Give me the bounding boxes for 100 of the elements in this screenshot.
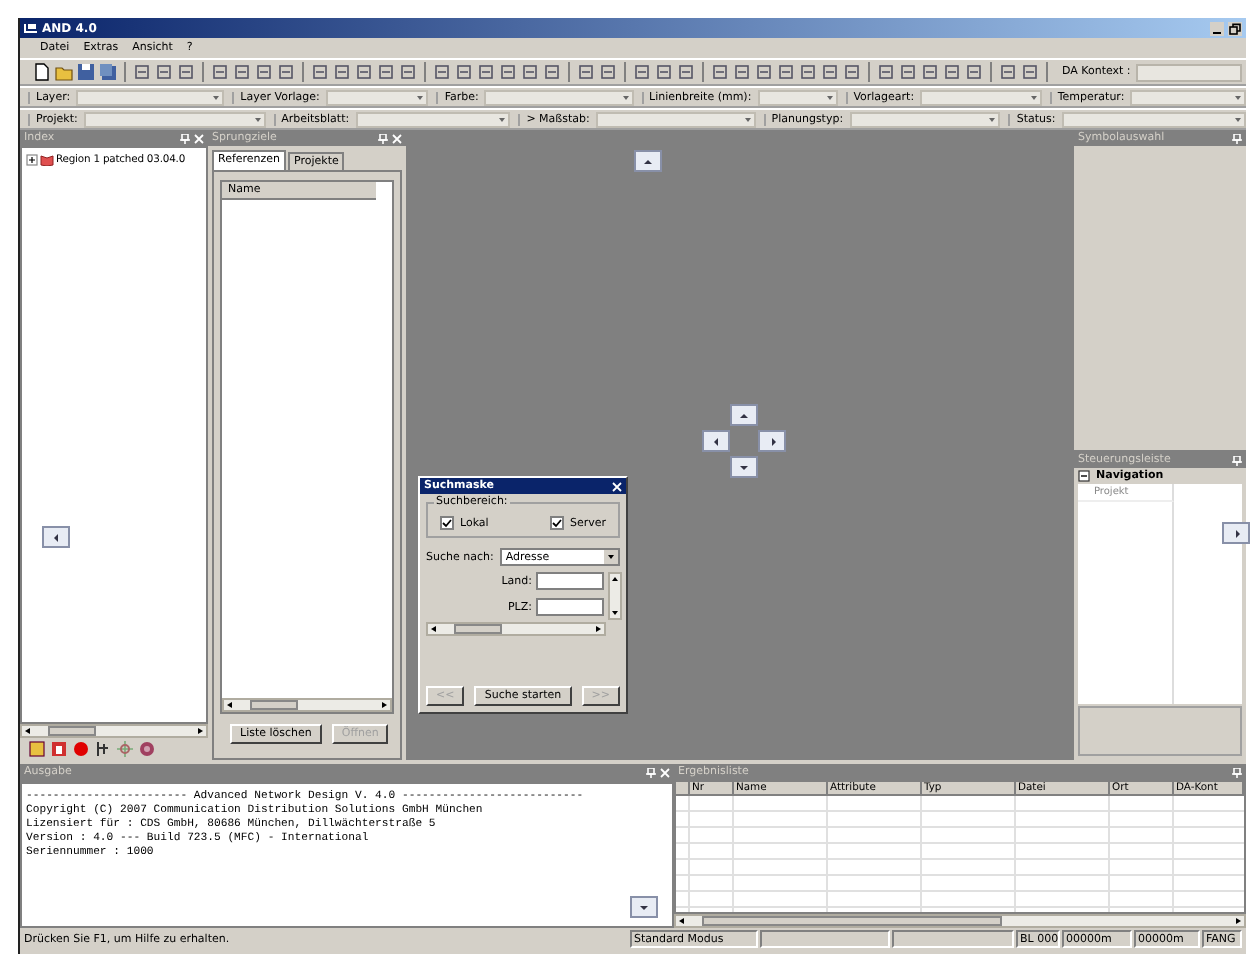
tool-icon[interactable] bbox=[598, 62, 618, 82]
caret-icon bbox=[741, 113, 754, 125]
tool-icon[interactable] bbox=[632, 62, 652, 82]
tool-icon[interactable] bbox=[454, 62, 474, 82]
save-icon[interactable] bbox=[76, 62, 96, 82]
tool-icon[interactable] bbox=[754, 62, 774, 82]
tool-icon[interactable] bbox=[232, 62, 252, 82]
tool-icon[interactable] bbox=[876, 62, 896, 82]
frame-icon[interactable] bbox=[50, 740, 68, 758]
tool-icon[interactable] bbox=[920, 62, 940, 82]
left-arrow-icon[interactable] bbox=[224, 700, 236, 710]
minimize-icon[interactable] bbox=[1210, 21, 1224, 35]
tool-icon[interactable] bbox=[398, 62, 418, 82]
tool-icon[interactable] bbox=[542, 62, 562, 82]
dropdown-field[interactable] bbox=[76, 89, 225, 105]
dropdown-field[interactable] bbox=[849, 111, 1001, 127]
left-arrow-icon[interactable] bbox=[676, 916, 688, 926]
expand-toggle-icon[interactable] bbox=[26, 154, 38, 166]
tool-icon[interactable] bbox=[1020, 62, 1040, 82]
status-cell bbox=[892, 930, 1014, 948]
right-arrow-icon[interactable] bbox=[378, 700, 390, 710]
status-cell bbox=[760, 930, 890, 948]
collapse-toggle-icon[interactable] bbox=[1078, 470, 1090, 482]
dropdown-field[interactable] bbox=[325, 89, 429, 105]
tool-icon[interactable] bbox=[576, 62, 596, 82]
dropdown-field[interactable] bbox=[1130, 89, 1247, 105]
dropdown-field[interactable] bbox=[595, 111, 756, 127]
left-arrow-icon[interactable] bbox=[428, 624, 440, 634]
save-all-icon[interactable] bbox=[98, 62, 118, 82]
tool-icon[interactable] bbox=[432, 62, 452, 82]
scroll-up-button[interactable] bbox=[730, 404, 758, 426]
scroll-down-button[interactable] bbox=[630, 896, 658, 918]
caret-icon bbox=[210, 91, 223, 103]
caret-icon bbox=[986, 113, 999, 125]
tool-icon[interactable] bbox=[210, 62, 230, 82]
caret-icon bbox=[496, 113, 509, 125]
scroll-down-button[interactable] bbox=[730, 456, 758, 478]
caret-icon bbox=[414, 91, 427, 103]
app-icon bbox=[24, 22, 38, 34]
scroll-left-button[interactable] bbox=[42, 526, 70, 548]
input-field[interactable] bbox=[536, 572, 604, 590]
new-document-icon[interactable] bbox=[32, 62, 52, 82]
input-field[interactable] bbox=[536, 598, 604, 616]
horizontal-scrollbar[interactable] bbox=[222, 698, 392, 712]
tool-icon[interactable] bbox=[354, 62, 374, 82]
restore-icon[interactable] bbox=[1228, 21, 1242, 35]
horizontal-scrollbar[interactable] bbox=[426, 622, 606, 636]
dropdown-field[interactable] bbox=[920, 89, 1042, 105]
tool-icon[interactable] bbox=[676, 62, 696, 82]
tool-icon[interactable] bbox=[776, 62, 796, 82]
up-arrow-icon bbox=[610, 574, 620, 584]
horizontal-scrollbar[interactable] bbox=[674, 914, 1246, 928]
caret-icon bbox=[604, 550, 618, 564]
tool-icon[interactable] bbox=[964, 62, 984, 82]
tool-icon[interactable] bbox=[654, 62, 674, 82]
tool-icon[interactable] bbox=[998, 62, 1018, 82]
down-arrow-icon bbox=[610, 608, 620, 618]
tool-icon[interactable] bbox=[276, 62, 296, 82]
tool-icon[interactable] bbox=[376, 62, 396, 82]
tool-icon[interactable] bbox=[132, 62, 152, 82]
scroll-left-button[interactable] bbox=[702, 430, 730, 452]
tool-icon[interactable] bbox=[898, 62, 918, 82]
tool-icon[interactable] bbox=[798, 62, 818, 82]
book-icon bbox=[40, 154, 54, 166]
context-field[interactable] bbox=[1136, 63, 1242, 81]
close-icon[interactable] bbox=[612, 481, 622, 491]
caret-icon bbox=[251, 113, 264, 125]
vertical-scrollbar[interactable] bbox=[608, 572, 622, 620]
tool-icon[interactable] bbox=[820, 62, 840, 82]
tool-icon[interactable] bbox=[710, 62, 730, 82]
dot-icon[interactable] bbox=[72, 740, 90, 758]
right-arrow-icon[interactable] bbox=[1232, 916, 1244, 926]
caret-icon bbox=[823, 91, 836, 103]
tool-icon[interactable] bbox=[520, 62, 540, 82]
tool-icon[interactable] bbox=[732, 62, 752, 82]
scroll-right-button[interactable] bbox=[1222, 522, 1250, 544]
dropdown-field[interactable] bbox=[355, 111, 511, 127]
tool-icon[interactable] bbox=[842, 62, 862, 82]
checkbox[interactable] bbox=[549, 516, 564, 530]
dropdown-field[interactable] bbox=[1061, 111, 1246, 127]
tool-icon[interactable] bbox=[498, 62, 518, 82]
tool-icon[interactable] bbox=[942, 62, 962, 82]
dropdown-field[interactable] bbox=[757, 89, 838, 105]
scroll-right-button[interactable] bbox=[758, 430, 786, 452]
tool-icon[interactable] bbox=[310, 62, 330, 82]
tool-icon[interactable] bbox=[332, 62, 352, 82]
tool-icon[interactable] bbox=[476, 62, 496, 82]
scroll-up-button[interactable] bbox=[634, 150, 662, 172]
tool-icon[interactable] bbox=[176, 62, 196, 82]
tool-icon[interactable] bbox=[254, 62, 274, 82]
caret-icon bbox=[619, 91, 632, 103]
dropdown-field[interactable] bbox=[484, 89, 634, 105]
right-arrow-icon[interactable] bbox=[194, 726, 206, 736]
checkbox[interactable] bbox=[440, 516, 454, 530]
dropdown-field[interactable] bbox=[83, 111, 266, 127]
right-arrow-icon[interactable] bbox=[592, 624, 604, 634]
caret-icon bbox=[1027, 91, 1040, 103]
tool-icon[interactable] bbox=[154, 62, 174, 82]
horizontal-scrollbar[interactable] bbox=[20, 724, 208, 738]
left-arrow-icon[interactable] bbox=[22, 726, 34, 736]
